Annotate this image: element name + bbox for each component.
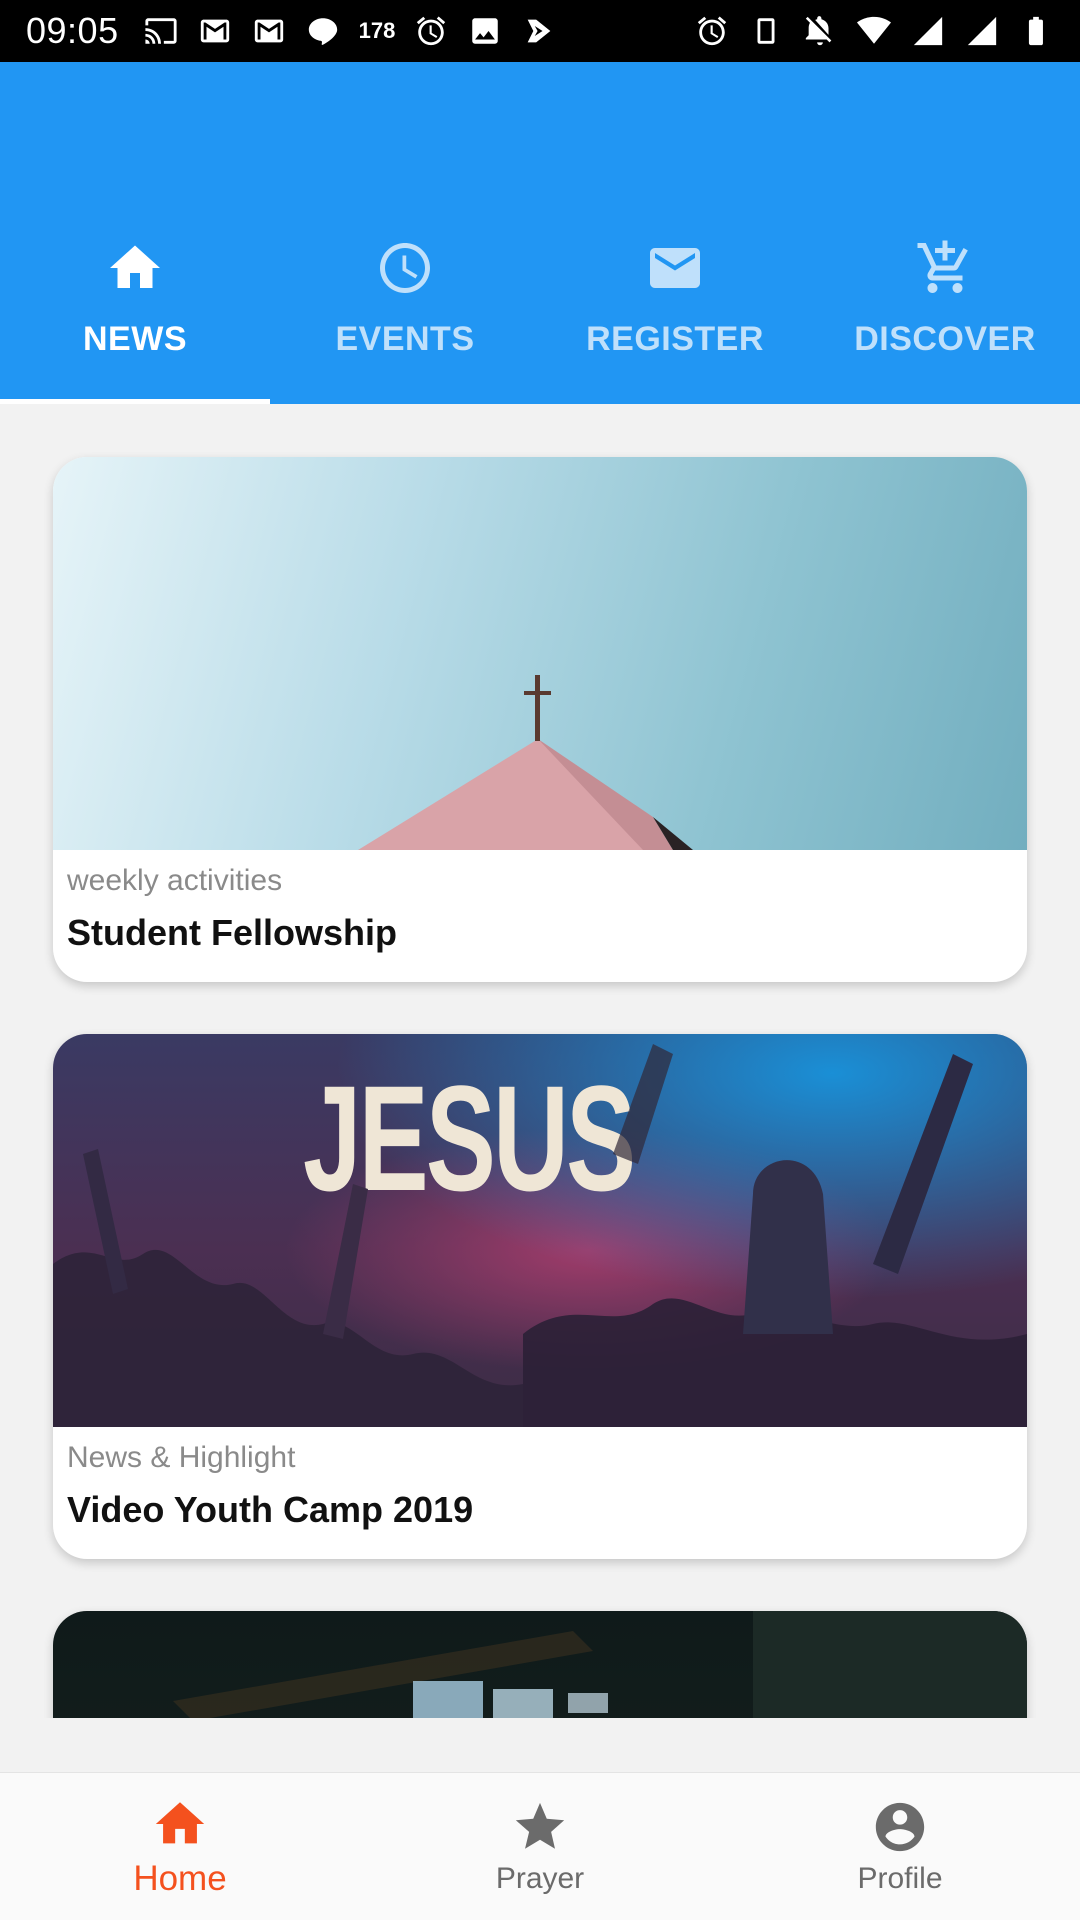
vibrate-icon <box>748 13 784 49</box>
app-bar: NEWS EVENTS REGISTER DISCOVER <box>0 62 1080 404</box>
line-count: 178 <box>358 18 396 43</box>
mail-icon <box>650 248 700 288</box>
news-card[interactable] <box>53 1611 1027 1718</box>
alarm-icon <box>694 13 730 49</box>
tab-register[interactable]: REGISTER <box>540 234 810 404</box>
bottom-navigation: Home Prayer Profile <box>0 1772 1080 1920</box>
nav-home[interactable]: Home <box>0 1773 360 1920</box>
status-time: 09:05 <box>26 10 119 51</box>
gmail-icon <box>251 13 287 49</box>
card-category: News & Highlight <box>67 1441 296 1474</box>
tab-register-label: REGISTER <box>586 320 764 358</box>
alarm-icon <box>413 13 449 49</box>
tab-news[interactable]: NEWS <box>0 234 270 404</box>
news-list[interactable]: weekly activities Student Fellowship JES… <box>0 404 1080 1718</box>
status-right <box>694 13 1054 49</box>
home-icon <box>155 1801 205 1843</box>
worship-concert-photo: JESUS <box>53 1034 1027 1427</box>
battery-icon <box>1018 13 1054 49</box>
nav-profile[interactable]: Profile <box>720 1773 1080 1920</box>
gmail-icon <box>197 13 233 49</box>
account-circle-icon <box>875 1802 925 1851</box>
church-steeple-photo <box>53 457 1027 850</box>
tab-discover-label: DISCOVER <box>854 320 1036 358</box>
tab-bar: NEWS EVENTS REGISTER DISCOVER <box>0 234 1080 404</box>
card-body: News & Highlight Video Youth Camp 2019 <box>53 1427 1027 1559</box>
star-icon <box>515 1802 565 1849</box>
tab-news-label: NEWS <box>83 320 187 358</box>
signal-icon <box>964 13 1000 49</box>
card-title: Video Youth Camp 2019 <box>67 1489 474 1530</box>
line-icon <box>305 13 341 49</box>
add-cart-icon <box>917 240 968 293</box>
home-icon <box>110 245 160 288</box>
image-icon <box>467 13 503 49</box>
status-left: 09:05 178 <box>26 10 557 52</box>
news-card[interactable]: JESUS News & Highlight Video Youth Camp … <box>53 1034 1027 1559</box>
tab-events-label: EVENTS <box>335 320 475 358</box>
tasks-icon <box>521 13 557 49</box>
wifi-icon <box>856 13 892 49</box>
tab-events[interactable]: EVENTS <box>270 234 540 404</box>
status-bar: 09:05 178 <box>0 0 1080 62</box>
nav-prayer[interactable]: Prayer <box>360 1773 720 1920</box>
cast-icon <box>143 13 179 49</box>
nav-prayer-label: Prayer <box>495 1861 585 1895</box>
clock-icon <box>380 243 430 293</box>
notifications-off-icon <box>802 13 838 49</box>
card-title: Student Fellowship <box>67 912 397 953</box>
card-category: weekly activities <box>67 864 283 897</box>
card-body: weekly activities Student Fellowship <box>53 850 1027 982</box>
sound-desk-photo <box>53 1611 1027 1718</box>
signal-icon <box>910 13 946 49</box>
tab-discover[interactable]: DISCOVER <box>810 234 1080 404</box>
nav-home-label: Home <box>133 1858 227 1898</box>
news-card[interactable]: weekly activities Student Fellowship <box>53 457 1027 982</box>
nav-profile-label: Profile <box>857 1861 943 1895</box>
